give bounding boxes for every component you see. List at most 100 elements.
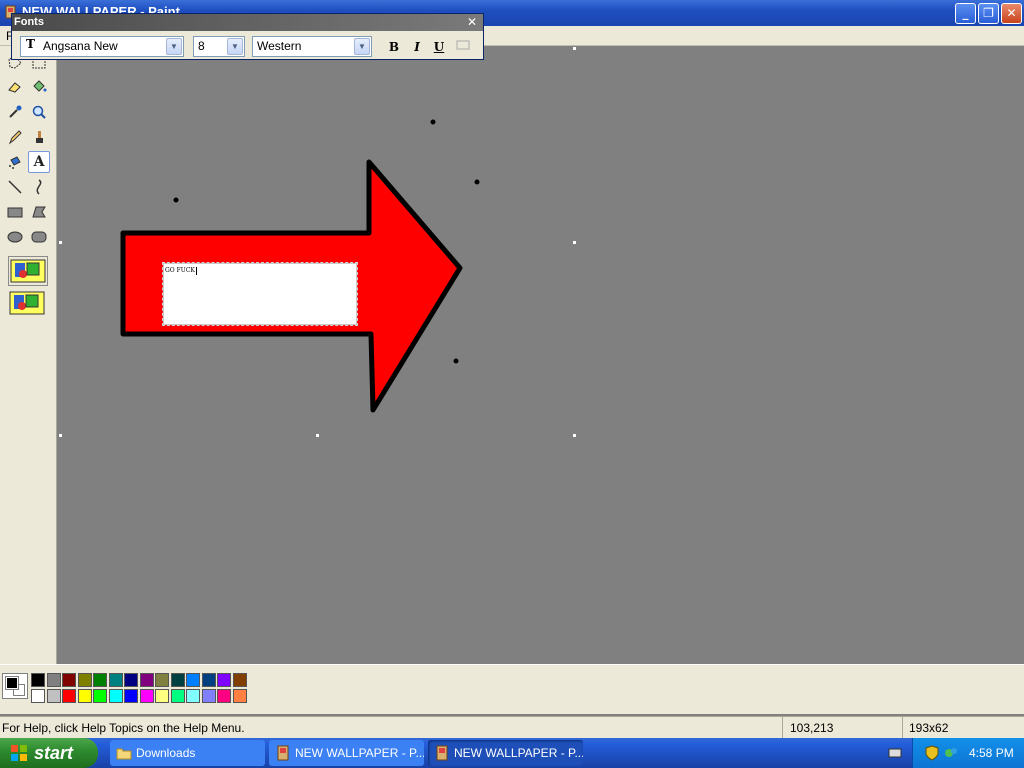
paint-app-icon (277, 745, 289, 761)
status-bar: For Help, click Help Topics on the Help … (0, 716, 1024, 739)
status-separator (782, 717, 783, 739)
close-button[interactable]: ✕ (1001, 3, 1022, 24)
fonts-toolbar: Fonts ✕ T Angsana New ▼ 8 ▼ Western ▼ B … (11, 13, 484, 60)
script-dropdown[interactable]: Western ▼ (252, 36, 372, 57)
color-swatch[interactable] (155, 689, 169, 703)
rectangle-icon[interactable] (4, 201, 26, 223)
system-tray: 4:58 PM (912, 738, 1024, 768)
network-icon[interactable] (943, 745, 959, 761)
text-tool-icon[interactable]: A (28, 151, 50, 173)
color-swatch[interactable] (124, 689, 138, 703)
color-swatch[interactable] (62, 673, 76, 687)
status-separator (902, 717, 903, 739)
fonts-toolbar-header[interactable]: Fonts ✕ (12, 14, 483, 31)
taskbar-item-label: NEW WALLPAPER - P... (295, 746, 424, 760)
canvas-drawing (59, 47, 576, 437)
opaque-option-icon (10, 259, 46, 283)
start-label: start (34, 743, 74, 763)
color-swatch[interactable] (139, 689, 154, 703)
color-swatch[interactable] (31, 689, 45, 703)
underline-button[interactable]: U (430, 38, 448, 56)
color-swatch[interactable] (108, 689, 123, 703)
color-palette (0, 664, 1024, 714)
selection-size: 193x62 (909, 721, 949, 735)
airbrush-icon[interactable] (4, 151, 26, 173)
help-status-text: For Help, click Help Topics on the Help … (2, 721, 245, 735)
color-swatch[interactable] (108, 673, 123, 687)
taskbar-item-paint-2[interactable]: NEW WALLPAPER - P... (428, 740, 583, 766)
opaque-background-option[interactable] (8, 256, 48, 286)
color-swatch[interactable] (217, 673, 231, 687)
color-swatch[interactable] (46, 673, 61, 687)
color-swatch[interactable] (93, 673, 107, 687)
fonts-close-button[interactable]: ✕ (465, 15, 479, 29)
drawing-canvas[interactable]: GO FUCK (57, 46, 1024, 664)
chevron-down-icon[interactable]: ▼ (354, 38, 370, 55)
brush-icon[interactable] (28, 126, 50, 148)
font-size-dropdown[interactable]: 8 ▼ (193, 36, 245, 57)
cursor-coordinates: 103,213 (790, 721, 834, 735)
color-swatch[interactable] (232, 689, 247, 703)
clock: 4:58 PM (969, 746, 1014, 760)
tool-box: A (0, 46, 57, 664)
fonts-toolbar-title: Fonts (14, 16, 44, 28)
eraser-icon[interactable] (4, 76, 26, 98)
curve-icon[interactable] (28, 176, 50, 198)
bold-button[interactable]: B (385, 38, 403, 56)
text-box[interactable]: GO FUCK (162, 262, 358, 326)
security-shield-icon[interactable] (925, 745, 939, 761)
rounded-rectangle-icon[interactable] (28, 226, 50, 248)
line-icon[interactable] (4, 176, 26, 198)
fill-bucket-icon[interactable] (28, 76, 50, 98)
color-swatch[interactable] (124, 673, 138, 687)
taskbar-item-downloads[interactable]: Downloads (110, 740, 265, 766)
font-size-value: 8 (198, 39, 205, 53)
color-swatch[interactable] (46, 689, 61, 703)
folder-icon (116, 748, 132, 760)
transparent-background-option[interactable] (8, 289, 48, 319)
color-swatch[interactable] (93, 689, 107, 703)
truetype-icon: T (26, 37, 35, 51)
chevron-down-icon[interactable]: ▼ (227, 38, 243, 55)
taskbar-item-paint-1[interactable]: NEW WALLPAPER - P... (269, 740, 424, 766)
dot (453, 358, 459, 364)
color-swatch[interactable] (139, 673, 154, 687)
chevron-down-icon[interactable]: ▼ (166, 38, 182, 55)
current-colors (2, 673, 28, 699)
color-picker-icon[interactable] (4, 101, 26, 123)
vertical-text-icon[interactable] (454, 38, 472, 56)
dot (430, 119, 436, 125)
color-swatch[interactable] (201, 689, 216, 703)
color-swatch[interactable] (62, 689, 76, 703)
ellipse-icon[interactable] (4, 226, 26, 248)
pencil-icon[interactable] (4, 126, 26, 148)
restore-button[interactable]: ❐ (978, 3, 999, 24)
color-swatch[interactable] (170, 689, 185, 703)
taskbar-item-label: NEW WALLPAPER - P... (454, 746, 583, 760)
color-swatch[interactable] (170, 673, 185, 687)
transparent-option-icon (9, 291, 45, 315)
font-name-value: Angsana New (43, 39, 118, 53)
color-swatch[interactable] (77, 673, 92, 687)
keyboard-icon[interactable] (888, 747, 902, 759)
color-swatch[interactable] (217, 689, 231, 703)
italic-button[interactable]: I (408, 38, 426, 56)
foreground-color-swatch[interactable] (5, 676, 19, 690)
color-swatch[interactable] (232, 673, 247, 687)
dot (474, 179, 480, 185)
magnifier-icon[interactable] (28, 101, 50, 123)
font-name-dropdown[interactable]: T Angsana New ▼ (20, 36, 184, 57)
color-swatch[interactable] (201, 673, 216, 687)
color-swatch[interactable] (31, 673, 45, 687)
taskbar-item-label: Downloads (136, 746, 196, 760)
start-button[interactable]: start (0, 738, 98, 768)
color-swatch[interactable] (155, 673, 169, 687)
taskbar: start Downloads NEW WALLPAPER - P... NEW… (0, 738, 1024, 768)
polygon-icon[interactable] (28, 201, 50, 223)
minimize-button[interactable]: _ (955, 3, 976, 24)
color-swatch[interactable] (186, 689, 200, 703)
paint-app-icon (436, 745, 448, 761)
color-swatch[interactable] (77, 689, 92, 703)
color-swatch[interactable] (186, 673, 200, 687)
script-value: Western (257, 39, 302, 53)
